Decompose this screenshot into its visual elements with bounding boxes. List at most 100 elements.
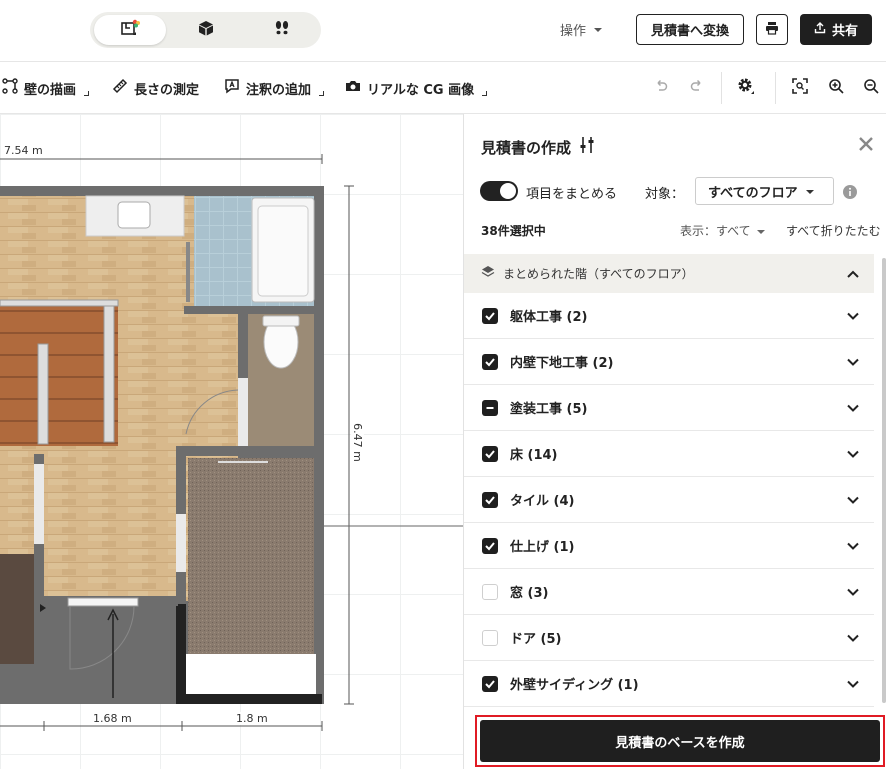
- redo-button[interactable]: [687, 78, 707, 98]
- display-filter-label: 表示：すべて: [680, 224, 751, 238]
- category-row[interactable]: 外壁サイディング (1): [464, 661, 874, 707]
- mode-2d-button[interactable]: [94, 15, 166, 45]
- selected-count: 38件選択中: [481, 224, 546, 238]
- target-label: 対象：: [645, 187, 685, 202]
- toolbar-divider: [775, 72, 776, 104]
- create-estimate-base-button[interactable]: 見積書のベースを作成: [480, 720, 880, 762]
- caret-down-icon: [756, 224, 765, 238]
- annotation-icon: [224, 78, 240, 98]
- category-row[interactable]: タイル (4): [464, 477, 874, 523]
- layers-icon: [481, 265, 495, 282]
- operations-menu[interactable]: 操作: [560, 20, 603, 39]
- dimension-label-bottom-right: 1.8 m: [234, 712, 270, 725]
- chevron-down-icon[interactable]: [846, 631, 860, 645]
- section-title: まとめられた階（すべてのフロア）: [503, 267, 694, 281]
- chevron-down-icon[interactable]: [846, 493, 860, 507]
- chevron-down-icon[interactable]: [846, 447, 860, 461]
- group-items-toggle[interactable]: [480, 181, 518, 201]
- tool-measure-length[interactable]: 長さの測定: [112, 78, 199, 98]
- checkbox-checked[interactable]: [482, 491, 498, 508]
- chevron-down-icon[interactable]: [846, 401, 860, 415]
- toolbar: 壁の描画 長さの測定 注釈の追加 リアルな CG 画像: [0, 62, 886, 114]
- mode-3d-button[interactable]: [170, 15, 242, 45]
- group-items-label: 項目をまとめる: [526, 187, 618, 202]
- checkbox-checked[interactable]: [482, 307, 498, 324]
- chevron-down-icon[interactable]: [846, 355, 860, 369]
- gear-icon: [736, 76, 756, 100]
- mode-walkthrough-button[interactable]: [246, 15, 318, 45]
- ruler-icon: [112, 78, 128, 98]
- checkbox-checked[interactable]: [482, 353, 498, 370]
- tool-add-annotation[interactable]: 注釈の追加: [224, 78, 325, 98]
- category-row[interactable]: 塗装工事 (5): [464, 385, 874, 431]
- panel-scrollbar[interactable]: [882, 258, 886, 703]
- dimension-line-top: [0, 154, 323, 164]
- view-mode-switch: [90, 12, 321, 48]
- zoom-out-icon: [863, 78, 879, 98]
- category-row[interactable]: 床 (14): [464, 431, 874, 477]
- display-filter-dropdown[interactable]: 表示：すべて: [680, 222, 765, 239]
- tool-draw-walls[interactable]: 壁の描画: [2, 78, 90, 98]
- info-icon[interactable]: [843, 184, 857, 203]
- chevron-down-icon[interactable]: [846, 585, 860, 599]
- zoom-in-button[interactable]: [826, 78, 846, 98]
- create-estimate-highlight: 見積書のベースを作成: [475, 715, 885, 767]
- fit-screen-icon: [792, 78, 808, 98]
- tool-realistic-render[interactable]: リアルな CG 画像: [345, 78, 488, 98]
- checkbox-partial[interactable]: [482, 399, 498, 416]
- undo-button[interactable]: [651, 78, 671, 98]
- dimension-line-bottom: [0, 721, 323, 731]
- floorplan-2d-icon: [119, 18, 141, 42]
- tool-label: 長さの測定: [134, 82, 200, 98]
- estimate-panel: 見積書の作成 項目をまとめる 対象： すべてのフロア 38件選択中 表示：すべて…: [463, 114, 886, 769]
- undo-icon: [653, 78, 669, 98]
- dimension-label-right: 6.47 m: [350, 421, 364, 464]
- tool-label: 注釈の追加: [246, 82, 312, 98]
- category-label: 躯体工事 (2): [510, 310, 588, 325]
- checkbox-checked[interactable]: [482, 537, 498, 554]
- settings-button[interactable]: [736, 78, 756, 98]
- category-row[interactable]: 窓 (3): [464, 569, 874, 615]
- checkbox-unchecked[interactable]: [482, 629, 498, 646]
- category-label: 塗装工事 (5): [510, 402, 588, 417]
- submenu-corner-icon: [319, 90, 325, 96]
- category-row[interactable]: 躯体工事 (2): [464, 293, 874, 339]
- chevron-down-icon[interactable]: [846, 677, 860, 691]
- floorplan-canvas[interactable]: 7.54 m 6.47 m 1.68 m 1.8 m: [0, 114, 463, 769]
- checkbox-checked[interactable]: [482, 675, 498, 692]
- chevron-down-icon[interactable]: [846, 539, 860, 553]
- category-label: ドア (5): [510, 632, 562, 647]
- panel-title: 見積書の作成: [481, 136, 595, 158]
- collapse-all-link[interactable]: すべて折りたたむ: [786, 222, 881, 239]
- close-panel-button[interactable]: [856, 134, 876, 154]
- target-floor-value: すべてのフロア: [708, 185, 798, 201]
- create-button-label: 見積書のベースを作成: [615, 735, 745, 751]
- category-row[interactable]: ドア (5): [464, 615, 874, 661]
- category-row[interactable]: 仕上げ (1): [464, 523, 874, 569]
- checkbox-checked[interactable]: [482, 445, 498, 462]
- adjust-sliders-icon[interactable]: [579, 136, 595, 158]
- chevron-up-icon: [846, 267, 860, 284]
- category-row[interactable]: 内壁下地工事 (2): [464, 339, 874, 385]
- category-label: 仕上げ (1): [510, 540, 575, 555]
- caret-down-icon: [805, 184, 814, 199]
- print-button[interactable]: [756, 14, 788, 45]
- target-floor-select[interactable]: すべてのフロア: [695, 177, 834, 205]
- camera-icon: [345, 78, 361, 98]
- upload-icon: [814, 21, 826, 38]
- footprints-icon: [273, 19, 291, 41]
- category-label: タイル (4): [510, 494, 575, 509]
- toolbar-divider: [721, 72, 722, 104]
- operations-label: 操作: [560, 24, 587, 39]
- zoom-out-button[interactable]: [861, 78, 881, 98]
- redo-icon: [689, 78, 705, 98]
- fit-screen-button[interactable]: [790, 78, 810, 98]
- chevron-down-icon[interactable]: [846, 309, 860, 323]
- wall-draw-icon: [2, 78, 18, 98]
- category-label: 窓 (3): [510, 586, 549, 601]
- checkbox-unchecked[interactable]: [482, 583, 498, 600]
- category-label: 内壁下地工事 (2): [510, 356, 614, 371]
- section-header-all-floors[interactable]: まとめられた階（すべてのフロア）: [464, 254, 874, 293]
- convert-to-estimate-button[interactable]: 見積書へ変換: [636, 14, 744, 45]
- share-button[interactable]: 共有: [800, 14, 872, 45]
